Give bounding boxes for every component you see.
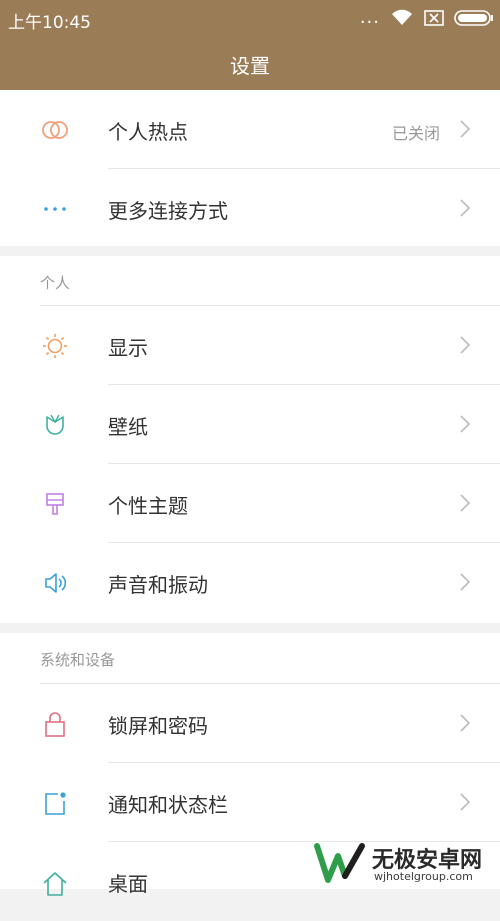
- watermark-url: wjhotelgroup.com: [374, 870, 473, 883]
- status-icons: ...: [360, 8, 494, 28]
- chevron-right-icon: [460, 336, 471, 354]
- chevron-right-icon: [460, 494, 471, 512]
- wifi-icon: [392, 9, 412, 25]
- lock-label: 锁屏和密码: [108, 714, 208, 738]
- notification-label: 通知和状态栏: [108, 793, 228, 817]
- chevron-right-icon: [460, 793, 471, 811]
- watermark-logo-icon: [314, 843, 365, 883]
- sound-row[interactable]: 声音和振动: [0, 543, 500, 622]
- theme-row[interactable]: 个性主题: [0, 464, 500, 543]
- page-title: 设置: [230, 54, 270, 78]
- sim-none-icon: [424, 10, 444, 26]
- wallpaper-label: 壁纸: [108, 415, 148, 439]
- network-section: 个人热点 已关闭 更多连接方式: [0, 90, 500, 246]
- more-connections-label: 更多连接方式: [108, 199, 228, 223]
- lock-row[interactable]: 锁屏和密码: [0, 684, 500, 763]
- watermark: 无极安卓网 wjhotelgroup.com: [312, 840, 500, 886]
- section-header-personal: 个人: [40, 274, 71, 292]
- display-label: 显示: [108, 336, 148, 360]
- speaker-icon: [45, 573, 67, 593]
- hotspot-icon: [42, 121, 68, 139]
- chevron-right-icon: [460, 415, 471, 433]
- hotspot-status: 已关闭: [391, 124, 440, 143]
- notification-icon: [45, 792, 66, 815]
- wallpaper-row[interactable]: 壁纸: [0, 385, 500, 464]
- battery-icon: [454, 10, 493, 26]
- title-bar: 上午10:45 ... 设置: [0, 0, 500, 90]
- hotspot-label: 个人热点: [108, 120, 188, 144]
- more-dots-icon: [44, 207, 66, 211]
- chevron-right-icon: [460, 120, 471, 138]
- sun-icon: [43, 334, 67, 358]
- chevron-right-icon: [460, 714, 471, 732]
- lock-icon: [45, 712, 65, 737]
- chevron-right-icon: [460, 199, 471, 217]
- theme-brush-icon: [46, 493, 64, 515]
- more-connections-row[interactable]: 更多连接方式: [0, 169, 500, 248]
- more-dots: ...: [359, 7, 380, 28]
- theme-label: 个性主题: [108, 494, 188, 518]
- notification-row[interactable]: 通知和状态栏: [0, 763, 500, 842]
- status-bar: 上午10:45 ...: [0, 0, 500, 36]
- home-icon: [43, 872, 67, 896]
- display-row[interactable]: 显示: [0, 306, 500, 385]
- sound-label: 声音和振动: [108, 573, 208, 597]
- hotspot-row[interactable]: 个人热点 已关闭: [0, 90, 500, 169]
- home-label: 桌面: [108, 872, 148, 896]
- section-header-system: 系统和设备: [40, 651, 116, 669]
- personal-section: 个人 显示 壁纸 个性主题 声音和振动: [0, 256, 500, 623]
- chevron-right-icon: [460, 573, 471, 591]
- tulip-icon: [46, 414, 64, 435]
- status-time: 上午10:45: [8, 13, 91, 33]
